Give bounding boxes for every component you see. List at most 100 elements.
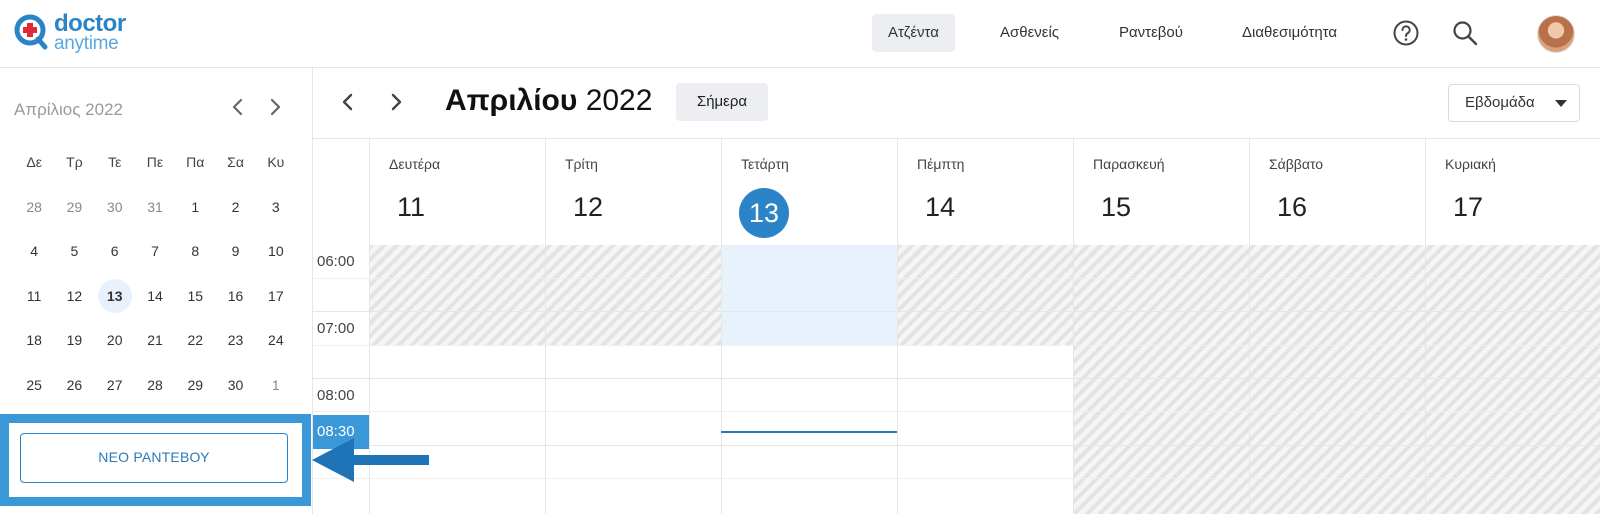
day-number: 16 — [1277, 192, 1308, 222]
mini-day[interactable]: 2 — [215, 199, 255, 215]
column-line — [1073, 245, 1074, 514]
mini-weekday: Δε — [26, 154, 42, 171]
mini-day[interactable]: 5 — [54, 243, 94, 259]
mini-day-today-label: 13 — [97, 278, 132, 313]
mini-day[interactable]: 30 — [215, 377, 255, 393]
view-select-value: Εβδομάδα — [1465, 94, 1535, 111]
calendar-title-month: Απριλίου — [445, 84, 578, 117]
mini-day[interactable]: 24 — [256, 332, 296, 348]
mini-day-today[interactable]: 13 — [95, 278, 135, 313]
today-button[interactable]: Σήμερα — [676, 83, 768, 121]
mini-day[interactable]: 17 — [256, 288, 296, 304]
mini-weekday: Κυ — [267, 154, 285, 171]
logo-mark-icon — [14, 14, 48, 50]
nav-patients[interactable]: Ασθενείς — [984, 14, 1075, 52]
column-line — [721, 245, 722, 514]
day-number-today: 13 — [739, 188, 789, 238]
grid-line — [313, 278, 1600, 279]
current-time-line — [721, 431, 897, 433]
mini-day[interactable]: 9 — [215, 243, 255, 259]
day-name: Σάββατο — [1269, 156, 1324, 172]
mini-weekday-row: Δε Τρ Τε Πε Πα Σα Κυ — [14, 140, 296, 185]
day-number: 17 — [1453, 192, 1484, 222]
mini-day[interactable]: 10 — [256, 243, 296, 259]
mini-day[interactable]: 25 — [14, 377, 54, 393]
mini-weekday: Πα — [186, 154, 205, 171]
mini-weekday: Τε — [108, 154, 122, 171]
mini-day[interactable]: 23 — [215, 332, 255, 348]
time-label: 06:00 — [317, 253, 355, 270]
mini-day[interactable]: 30 — [95, 199, 135, 215]
day-number: 14 — [925, 192, 956, 222]
doctor-anytime-logo[interactable]: doctor anytime — [14, 12, 134, 56]
mini-day[interactable]: 12 — [54, 288, 94, 304]
day-number: 11 — [397, 192, 426, 222]
mini-calendar-title: Απρίλιος 2022 — [14, 100, 123, 119]
mini-week-row: 28 29 30 31 1 2 3 — [14, 185, 296, 230]
mini-day[interactable]: 4 — [14, 243, 54, 259]
mini-weekday: Σα — [227, 154, 244, 171]
day-name: Πέμπτη — [917, 156, 965, 172]
avatar[interactable] — [1537, 15, 1575, 53]
mini-prev-month-icon[interactable] — [227, 96, 249, 118]
nav-agenda[interactable]: Ατζέντα — [872, 14, 955, 52]
next-week-icon[interactable] — [384, 90, 408, 114]
unavailable-block — [897, 245, 1073, 345]
mini-day[interactable]: 8 — [175, 243, 215, 259]
caret-down-icon — [1555, 100, 1567, 107]
mini-weekday: Τρ — [66, 154, 83, 171]
column-line — [545, 245, 546, 514]
time-label: 08:00 — [317, 387, 355, 404]
column-line — [1425, 245, 1426, 514]
new-appointment-button[interactable]: ΝΕΟ ΡΑΝΤΕΒΟΥ — [20, 433, 288, 483]
nav-appointments[interactable]: Ραντεβού — [1103, 14, 1199, 52]
mini-day[interactable]: 21 — [135, 332, 175, 348]
mini-week-row: 11 12 13 14 15 16 17 — [14, 274, 296, 319]
mini-weekday: Πε — [146, 154, 164, 171]
mini-day[interactable]: 22 — [175, 332, 215, 348]
mini-day[interactable]: 7 — [135, 243, 175, 259]
mini-week-row: 4 5 6 7 8 9 10 — [14, 229, 296, 274]
grid-line — [313, 411, 1600, 412]
mini-day[interactable]: 16 — [215, 288, 255, 304]
unavailable-block — [1073, 245, 1600, 514]
mini-day[interactable]: 3 — [256, 199, 296, 215]
mini-day[interactable]: 28 — [14, 199, 54, 215]
grid-line — [313, 311, 1600, 312]
day-name: Κυριακή — [1445, 156, 1496, 172]
mini-day[interactable]: 29 — [54, 199, 94, 215]
calendar-title-year: 2022 — [585, 84, 653, 117]
mini-week-row: 18 19 20 21 22 23 24 — [14, 318, 296, 363]
day-name: Τρίτη — [565, 156, 598, 172]
today-column-highlight — [721, 245, 897, 345]
mini-day[interactable]: 6 — [95, 243, 135, 259]
mini-day[interactable]: 15 — [175, 288, 215, 304]
mini-day[interactable]: 19 — [54, 332, 94, 348]
mini-day[interactable]: 27 — [95, 377, 135, 393]
mini-day[interactable]: 1 — [256, 377, 296, 393]
calendar-title: Απριλίου 2022 — [445, 84, 652, 118]
mini-next-month-icon[interactable] — [264, 96, 286, 118]
mini-day[interactable]: 20 — [95, 332, 135, 348]
mini-day[interactable]: 1 — [175, 199, 215, 215]
help-icon[interactable] — [1391, 18, 1421, 48]
view-select[interactable]: Εβδομάδα — [1448, 84, 1580, 122]
prev-week-icon[interactable] — [336, 90, 360, 114]
mini-calendar-grid: Δε Τρ Τε Πε Πα Σα Κυ 28 29 30 31 1 2 3 4… — [14, 140, 296, 407]
logo-text-anytime: anytime — [54, 33, 119, 54]
day-number: 15 — [1101, 192, 1132, 222]
nav-availability[interactable]: Διαθεσιμότητα — [1226, 14, 1353, 52]
column-line — [369, 245, 370, 514]
mini-day[interactable]: 26 — [54, 377, 94, 393]
grid-line — [313, 378, 1600, 379]
mini-day[interactable]: 11 — [14, 288, 54, 304]
mini-day[interactable]: 18 — [14, 332, 54, 348]
mini-day[interactable]: 28 — [135, 377, 175, 393]
grid-line — [313, 345, 1600, 346]
mini-day[interactable]: 31 — [135, 199, 175, 215]
search-icon[interactable] — [1450, 18, 1480, 48]
column-line — [1249, 245, 1250, 514]
mini-day[interactable]: 14 — [135, 288, 175, 304]
mini-day[interactable]: 29 — [175, 377, 215, 393]
day-name: Δευτέρα — [389, 156, 441, 172]
